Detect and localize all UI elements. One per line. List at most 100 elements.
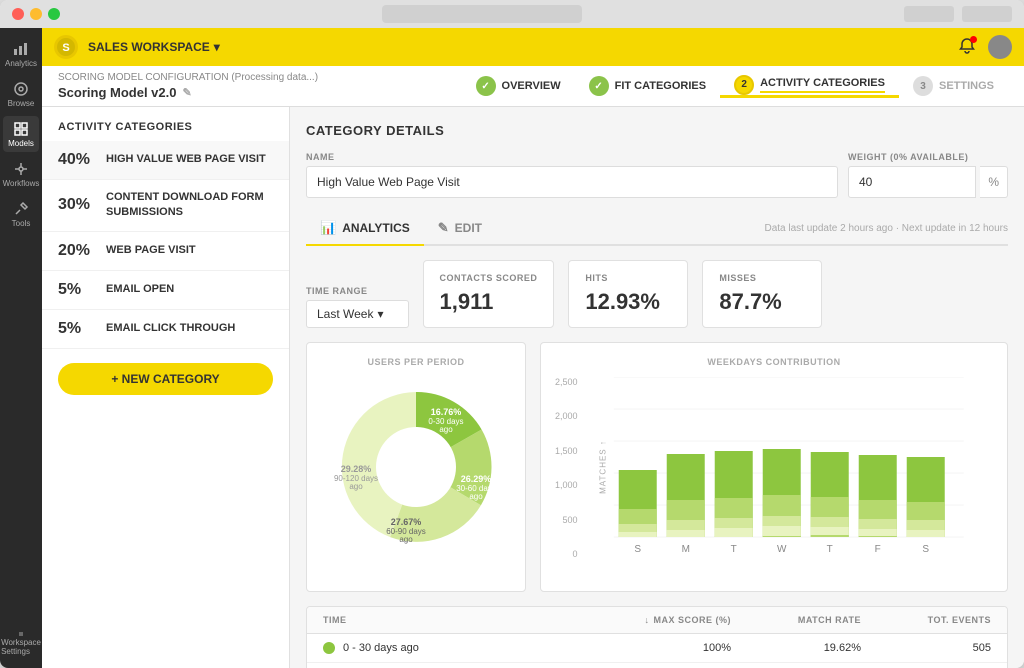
time-dot-1 <box>323 642 335 654</box>
step-label-activity: ACTIVITY CATEGORIES <box>760 77 885 93</box>
new-category-button[interactable]: + NEW CATEGORY <box>58 363 273 395</box>
sidebar-item-analytics[interactable]: Analytics <box>3 36 39 72</box>
list-item[interactable]: 5% EMAIL CLICK THROUGH <box>42 310 289 349</box>
donut-svg: 16.76% 0-30 days ago 26.29% 30-60 days a… <box>326 377 506 557</box>
charts-row: USERS PER PERIOD <box>306 342 1008 592</box>
category-name-5: EMAIL CLICK THROUGH <box>106 321 235 336</box>
icon-nav: Analytics Browse Models Workflows Tools … <box>0 28 42 668</box>
time-cell-1: 0 - 30 days ago <box>323 642 601 654</box>
tab-analytics[interactable]: 📊 ANALYTICS <box>306 212 424 246</box>
col-max-score-header[interactable]: ↓ MAX SCORE (%) <box>601 615 731 625</box>
bar-chart-title: WEEKDAYS CONTRIBUTION <box>555 357 993 367</box>
app-body: Analytics Browse Models Workflows Tools … <box>0 28 1024 668</box>
donut-chart: USERS PER PERIOD <box>306 342 526 592</box>
donut-container: 16.76% 0-30 days ago 26.29% 30-60 days a… <box>321 377 511 557</box>
weight-row: 40 % <box>848 166 1008 198</box>
sidebar-item-models[interactable]: Models <box>3 116 39 152</box>
sidebar-item-browse[interactable]: Browse <box>3 76 39 112</box>
edit-tab-icon: ✎ <box>438 220 449 236</box>
wizard-step-fit-categories[interactable]: ✓ FIT CATEGORIES <box>575 76 720 96</box>
misses-label: MISSES <box>719 273 805 283</box>
bar-chart-svg: S M T W T F S MATC <box>584 377 993 577</box>
col-match-rate-header: MATCH RATE <box>731 615 861 625</box>
list-item[interactable]: 40% HIGH VALUE WEB PAGE VISIT <box>42 141 289 180</box>
tabs-row: 📊 ANALYTICS ✎ EDIT Data last update 2 ho… <box>306 212 1008 246</box>
list-item[interactable]: 30% CONTENT DOWNLOAD FORM SUBMISSIONS <box>42 180 289 232</box>
time-range-select[interactable]: Last Week ▾ <box>306 300 409 328</box>
chevron-down-icon: ▾ <box>214 40 220 54</box>
analytics-tab-icon: 📊 <box>320 220 336 236</box>
workspace-title[interactable]: SALES WORKSPACE ▾ <box>88 40 220 54</box>
category-name-1: HIGH VALUE WEB PAGE VISIT <box>106 152 266 167</box>
list-item[interactable]: 5% EMAIL OPEN <box>42 271 289 310</box>
table-header: TIME ↓ MAX SCORE (%) MATCH RATE TOT. EVE… <box>307 607 1007 634</box>
wizard-step-settings[interactable]: 3 SETTINGS <box>899 76 1008 96</box>
titlebar-btn-2 <box>962 6 1012 22</box>
stat-misses: MISSES 87.7% <box>702 260 822 328</box>
bar-chart: WEEKDAYS CONTRIBUTION 2,500 2,000 1,500 … <box>540 342 1008 592</box>
svg-text:ago: ago <box>469 492 483 501</box>
svg-text:M: M <box>681 544 689 555</box>
stat-hits: HITS 12.93% <box>568 260 688 328</box>
svg-text:MATCHES ↑: MATCHES ↑ <box>598 440 607 494</box>
breadcrumb-left: SCORING MODEL CONFIGURATION (Processing … <box>58 72 318 100</box>
maximize-button[interactable] <box>48 8 60 20</box>
time-range-field: TIME RANGE Last Week ▾ <box>306 286 409 328</box>
svg-text:26.29%: 26.29% <box>461 474 492 484</box>
breadcrumb-config: SCORING MODEL CONFIGURATION (Processing … <box>58 72 318 83</box>
sidebar-item-tools[interactable]: Tools <box>3 196 39 232</box>
edit-scoring-icon[interactable]: ✎ <box>182 86 191 99</box>
close-button[interactable] <box>12 8 24 20</box>
hits-label: HITS <box>585 273 671 283</box>
wizard-steps: ✓ OVERVIEW ✓ FIT CATEGORIES 2 ACTIVITY C… <box>462 75 1008 98</box>
data-table: TIME ↓ MAX SCORE (%) MATCH RATE TOT. EVE… <box>306 606 1008 668</box>
step-circle-overview: ✓ <box>476 76 496 96</box>
main-section: S SALES WORKSPACE ▾ SCORIN <box>42 28 1024 668</box>
match-rate-cell-1: 19.62% <box>731 642 861 654</box>
weight-unit: % <box>980 166 1008 198</box>
svg-text:29.28%: 29.28% <box>341 464 372 474</box>
logo: S <box>54 35 78 59</box>
table-row: 0 - 30 days ago 100% 19.62% 505 <box>307 634 1007 663</box>
step-label-fit: FIT CATEGORIES <box>615 80 706 92</box>
panel-title: CATEGORY DETAILS <box>306 123 1008 138</box>
weight-input[interactable]: 40 <box>848 166 976 198</box>
col-time-header: TIME <box>323 615 601 625</box>
y-axis: 2,500 2,000 1,500 1,000 500 0 <box>555 377 584 577</box>
titlebar-search <box>382 5 582 23</box>
name-label: NAME <box>306 152 838 162</box>
bell-icon[interactable] <box>958 37 976 58</box>
minimize-button[interactable] <box>30 8 42 20</box>
sidebar-item-workflows[interactable]: Workflows <box>3 156 39 192</box>
table-row: 30 - 60 days ago 75% 30.77% 813 <box>307 663 1007 668</box>
data-update-text: Data last update 2 hours ago · Next upda… <box>765 223 1009 234</box>
tab-edit[interactable]: ✎ EDIT <box>424 212 496 246</box>
category-name-4: EMAIL OPEN <box>106 282 174 297</box>
svg-text:ago: ago <box>439 425 453 434</box>
donut-chart-title: USERS PER PERIOD <box>321 357 511 367</box>
svg-text:ago: ago <box>349 482 363 491</box>
time-stats-row: TIME RANGE Last Week ▾ CONTACTS SCORED 1… <box>306 260 1008 328</box>
app-window: Analytics Browse Models Workflows Tools … <box>0 0 1024 668</box>
category-pct-3: 20% <box>58 242 94 260</box>
top-bar: S SALES WORKSPACE ▾ <box>42 28 1024 66</box>
list-item[interactable]: 20% WEB PAGE VISIT <box>42 232 289 271</box>
sidebar-item-workspace-settings[interactable]: Workspace Settings <box>3 632 39 668</box>
stat-contacts-scored: CONTACTS SCORED 1,911 <box>423 260 555 328</box>
category-pct-5: 5% <box>58 320 94 338</box>
wizard-step-overview[interactable]: ✓ OVERVIEW <box>462 76 575 96</box>
titlebar-buttons <box>904 6 1012 22</box>
main-content: ACTIVITY CATEGORIES 40% HIGH VALUE WEB P… <box>42 107 1024 668</box>
bar-chart-area: 2,500 2,000 1,500 1,000 500 0 <box>555 377 993 577</box>
wizard-step-activity-categories[interactable]: 2 ACTIVITY CATEGORIES <box>720 75 899 98</box>
svg-text:S: S <box>62 42 69 54</box>
user-avatar[interactable] <box>988 35 1012 59</box>
name-field: NAME High Value Web Page Visit <box>306 152 838 198</box>
topbar-icons <box>958 35 1012 59</box>
step-circle-activity: 2 <box>734 75 754 95</box>
col-tot-events-header: TOT. EVENTS <box>861 615 991 625</box>
svg-text:16.76%: 16.76% <box>431 407 462 417</box>
titlebar <box>0 0 1024 28</box>
category-pct-1: 40% <box>58 151 94 169</box>
name-input[interactable]: High Value Web Page Visit <box>306 166 838 198</box>
